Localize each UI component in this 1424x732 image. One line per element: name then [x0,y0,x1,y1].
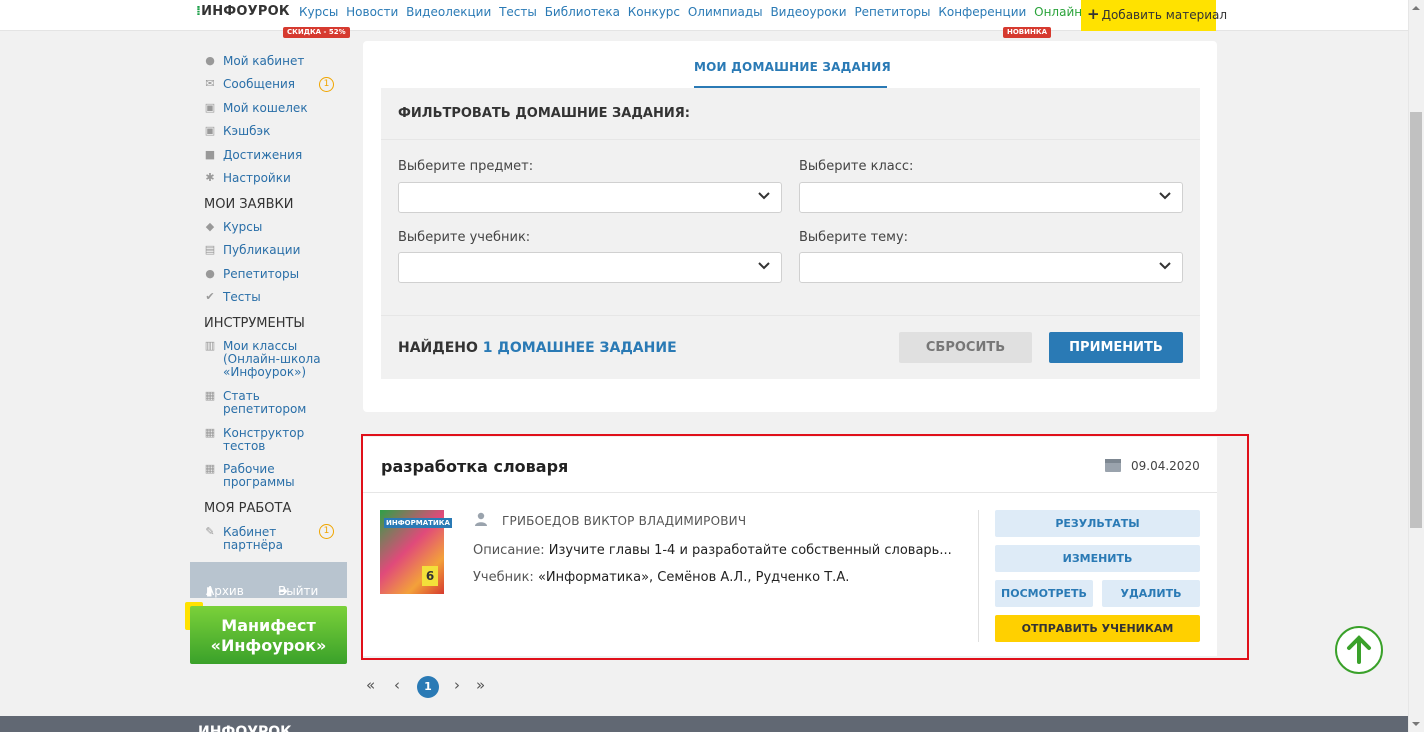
edit-icon: ✎ [205,525,215,538]
document-icon: ▤ [204,243,216,256]
footer-logo: ИНФОУРОК [198,724,292,732]
section-tools: ИНСТРУМЕНТЫ [204,316,305,331]
graduation-cap-icon: ◆ [205,220,215,233]
sidebar-item-settings[interactable]: ✱ Настройки [190,171,290,185]
textbook-label: Выберите учебник: [398,230,531,245]
first-page-button[interactable]: « [366,676,375,694]
sidebar-item-achievements[interactable]: ■ Достижения [190,149,302,162]
messages-count-badge: 1 [319,77,334,92]
scroll-to-top-button[interactable] [1335,626,1383,674]
found-count-value: 1 ДОМАШНЕЕ ЗАДАНИЕ [482,340,677,356]
section-my-work: МОЯ РАБОТА [204,501,292,516]
chevron-down-icon [1159,262,1171,270]
scroll-up-arrow-icon[interactable] [1410,4,1422,12]
board-icon: ▦ [204,389,216,402]
class-label: Выберите класс: [799,159,914,174]
gear-icon: ✱ [205,171,215,184]
wallet-icon: ▣ [204,101,216,114]
briefcase-icon: ■ [204,148,216,161]
envelope-icon: ✉ [205,77,215,90]
apply-button[interactable]: ПРИМЕНИТЬ [1049,332,1183,363]
subject-label: Выберите предмет: [398,159,534,174]
sidebar-item-work-programs[interactable]: ▦ Рабочие программы [190,463,320,489]
classes-icon: ▥ [204,339,216,352]
sidebar-item-test-constructor[interactable]: ▦ Конструктор тестов [190,427,320,453]
sidebar-item-courses[interactable]: ◆ Курсы [190,220,263,234]
sidebar-item-wallet[interactable]: ▣ Мой кошелек [190,102,308,115]
last-page-button[interactable]: » [476,676,485,694]
nav-link-conferences[interactable]: Конференции [938,5,1026,19]
sidebar-item-messages[interactable]: ✉ Сообщения [190,78,295,91]
user-icon: ● [205,54,215,67]
filter-heading: ФИЛЬТРОВАТЬ ДОМАШНИЕ ЗАДАНИЯ: [398,106,690,121]
highlight-outline [361,434,1249,660]
new-badge: НОВИНКА [1003,27,1052,38]
partner-count-badge: 1 [319,524,334,539]
manifest-banner[interactable]: Манифест «Инфоурок» [190,606,347,664]
footer: ИНФОУРОК [0,716,1408,732]
nav-link-olympiads[interactable]: Олимпиады [688,5,763,19]
sidebar-item-tests[interactable]: ✔ Тесты [190,290,260,304]
sidebar-item-partner-cabinet[interactable]: ✎ Кабинет партнёра [190,526,300,552]
found-count: НАЙДЕНО 1 ДОМАШНЕЕ ЗАДАНИЕ [398,340,677,356]
tab-my-homework[interactable]: МОИ ДОМАШНИЕ ЗАДАНИЯ [694,60,891,74]
prev-page-button[interactable]: ‹ [394,676,400,694]
sidebar-item-tutors[interactable]: ● Репетиторы [190,268,299,281]
next-page-button[interactable]: › [454,676,460,694]
sidebar-item-become-tutor[interactable]: ▦ Стать репетитором [190,390,320,416]
textbook-select[interactable] [398,252,782,283]
chevron-down-icon [758,192,770,200]
chevron-down-icon [1159,192,1171,200]
sale-badge: СКИДКА - 52% [283,27,350,38]
class-select[interactable] [799,182,1183,213]
nav-link-videolessons[interactable]: Видеоуроки [770,5,846,19]
section-my-requests: МОИ ЗАЯВКИ [204,197,294,212]
chevron-down-icon [758,262,770,270]
add-material-button[interactable]: + Добавить материал [1081,0,1227,31]
sidebar-item-cashback[interactable]: ▣ Кэшбэк [190,124,271,138]
scrollbar-thumb[interactable] [1410,112,1422,528]
subject-select[interactable] [398,182,782,213]
add-material-label: Добавить материал [1101,8,1228,22]
divider [381,139,1200,140]
site-logo[interactable]: ⁞ИНФОУРОК [196,4,290,19]
divider [381,315,1200,316]
nav-link-news[interactable]: Новости [346,5,398,19]
sidebar-footer: ▮ Архив ➜ Выйти [190,562,347,598]
nav-link-library[interactable]: Библиотека [545,5,620,19]
nav-link-tutors[interactable]: Репетиторы [854,5,930,19]
topic-select[interactable] [799,252,1183,283]
grid-icon: ▦ [204,426,216,439]
nav-links: Курсы Новости Видеолекции Тесты Библиоте… [299,5,1131,19]
plus-icon: + [1087,5,1100,23]
topic-label: Выберите тему: [799,230,909,245]
calendar-icon: ▦ [204,462,216,475]
nav-link-tests[interactable]: Тесты [499,5,537,19]
sidebar-item-my-classes[interactable]: ▥ Мои классы (Онлайн-школа «Инфоурок») [190,340,330,379]
cashback-icon: ▣ [204,124,216,137]
nav-link-videolectures[interactable]: Видеолекции [406,5,491,19]
sidebar-item-publications[interactable]: ▤ Публикации [190,243,301,257]
arrow-up-icon [1347,635,1371,664]
tutor-icon: ● [205,267,215,280]
sidebar-item-my-cabinet[interactable]: ● Мой кабинет [190,55,304,68]
nav-link-contest[interactable]: Конкурс [628,5,680,19]
scroll-down-arrow-icon[interactable] [1410,720,1422,728]
reset-button[interactable]: СБРОСИТЬ [899,332,1032,363]
current-page[interactable]: 1 [417,676,439,698]
check-circle-icon: ✔ [205,290,215,303]
nav-link-courses[interactable]: Курсы [299,5,338,19]
